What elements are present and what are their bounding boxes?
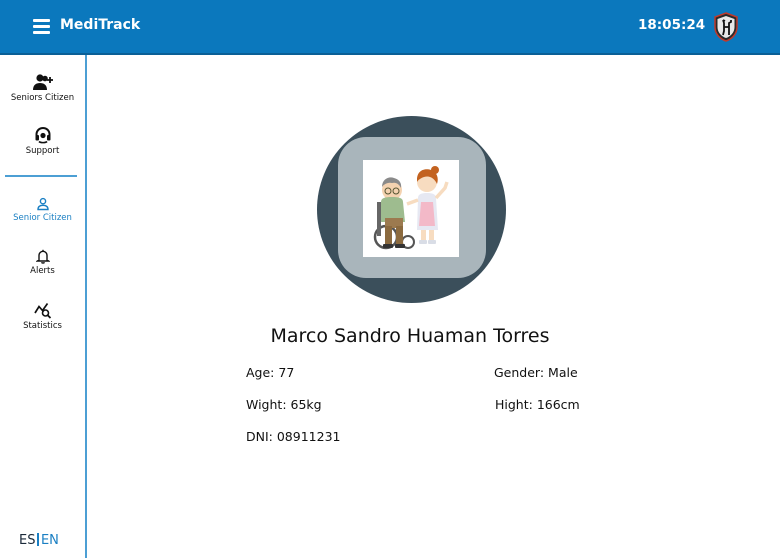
language-separator [37, 533, 39, 546]
top-bar: MediTrack 18:05:24 [0, 0, 780, 55]
gender-value: Gender: Male [494, 365, 578, 380]
senior-name: Marco Sandro Huaman Torres [270, 325, 550, 347]
hamburger-menu-icon[interactable] [33, 19, 50, 34]
headset-icon [35, 126, 50, 144]
sidebar-item-label: Support [25, 146, 60, 156]
sidebar-divider [5, 175, 77, 177]
sidebar-item-label: Seniors Citizen [10, 93, 75, 103]
sidebar-item-label: Alerts [30, 266, 55, 276]
language-switcher: ES EN [19, 533, 59, 548]
height-value: Hight: 166cm [495, 397, 580, 412]
app-title: MediTrack [60, 17, 141, 33]
chart-search-icon [33, 303, 51, 319]
avatar-illustration[interactable] [363, 160, 459, 257]
bell-icon [35, 249, 50, 264]
sidebar-item-support[interactable]: Support [0, 126, 85, 156]
language-es-button[interactable]: ES [19, 533, 35, 548]
add-users-icon [32, 74, 53, 90]
sidebar-item-label: Senior Citizen [13, 213, 72, 223]
sidebar: Seniors Citizen Support Senior Citizen A… [0, 55, 87, 558]
clock: 18:05:24 [638, 17, 706, 33]
llama-shield-logo-icon[interactable] [710, 11, 742, 43]
sidebar-item-seniors-citizen[interactable]: Seniors Citizen [0, 73, 85, 103]
dni-value: DNI: 08911231 [246, 429, 341, 444]
weight-value: Wight: 65kg [246, 397, 322, 412]
language-en-button[interactable]: EN [41, 533, 59, 548]
sidebar-item-senior-citizen[interactable]: Senior Citizen [0, 197, 85, 223]
age-value: Age: 77 [246, 365, 295, 380]
user-icon [36, 197, 49, 211]
sidebar-item-alerts[interactable]: Alerts [0, 249, 85, 276]
